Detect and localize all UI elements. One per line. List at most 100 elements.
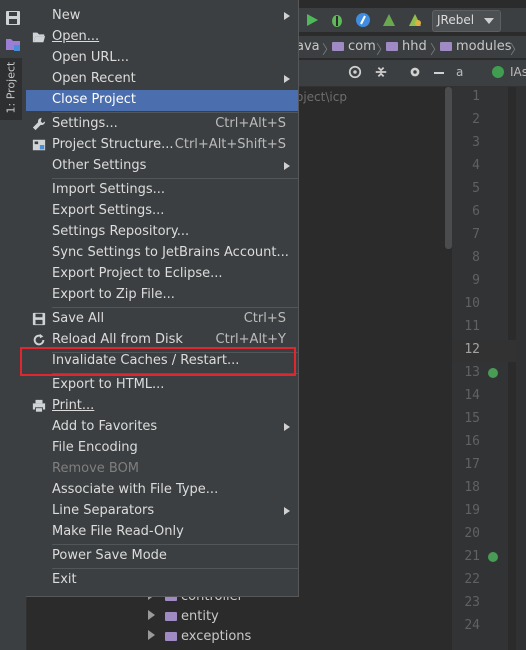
menu-item-close-project[interactable]: Close Project [26, 90, 298, 111]
menu-item-open-url[interactable]: Open URL... [26, 48, 298, 69]
expand-icon[interactable] [148, 630, 155, 640]
line-number: 1 [472, 89, 480, 104]
jrebel-run-icon[interactable] [381, 12, 397, 28]
line-number: 6 [472, 204, 480, 219]
project-path-fragment: oject\icp [296, 90, 347, 104]
minimize-icon[interactable] [434, 72, 444, 74]
breadcrumb-item[interactable]: ava [296, 39, 320, 54]
interface-icon [492, 66, 504, 78]
menu-item-settings-repository[interactable]: Settings Repository... [26, 222, 298, 243]
breadcrumb-item[interactable]: hhd [386, 39, 427, 54]
menu-item-sync-settings[interactable]: Sync Settings to JetBrains Account... [26, 243, 298, 264]
menu-item-remove-bom: Remove BOM [52, 461, 140, 476]
debug-icon[interactable] [329, 12, 345, 28]
menu-divider [52, 307, 298, 308]
submenu-arrow-icon [284, 12, 290, 20]
project-tool-tab[interactable]: 1: Project [0, 58, 22, 120]
menu-item-project-structure[interactable]: Project Structure... Ctrl+Alt+Shift+S [26, 135, 298, 156]
menu-item-save-all[interactable]: Save All Ctrl+S [26, 309, 298, 330]
menu-item-import-settings[interactable]: Import Settings... [26, 180, 298, 201]
file-menu: New Open... Open URL... Open Recent Clos… [26, 0, 299, 597]
implementation-icon[interactable] [488, 368, 498, 378]
tree-item-entity[interactable]: entity [148, 609, 219, 624]
project-tab-label: 1: Project [4, 61, 18, 114]
menu-item-other-settings[interactable]: Other Settings [26, 156, 298, 177]
refresh-icon [33, 333, 45, 346]
line-number: 2 [472, 112, 480, 127]
shortcut-save-all: Ctrl+S [243, 311, 286, 326]
line-number: 7 [472, 227, 480, 242]
menu-item-print[interactable]: Print... [26, 396, 298, 417]
breadcrumb-item[interactable]: com [332, 39, 376, 54]
editor-right-rail [516, 87, 526, 650]
menu-item-add-favorites[interactable]: Add to Favorites [26, 417, 298, 438]
line-number: 11 [464, 319, 480, 334]
tab-ias[interactable]: IAs [510, 65, 526, 79]
menu-item-power-save[interactable]: Power Save Mode [26, 546, 298, 567]
menu-divider [52, 568, 298, 569]
scrollbar[interactable] [445, 87, 452, 249]
menu-item-associate-file-type[interactable]: Associate with File Type... [26, 480, 298, 501]
menu-item-open-recent[interactable]: Open Recent [26, 69, 298, 90]
menu-item-export-html[interactable]: Export to HTML... [26, 375, 298, 396]
menu-item-settings[interactable]: Settings... Ctrl+Alt+S [26, 114, 298, 135]
collapse-icon[interactable] [374, 65, 388, 79]
coverage-icon[interactable] [355, 12, 371, 28]
line-number: 20 [464, 526, 480, 541]
submenu-arrow-icon [284, 75, 290, 83]
project-folder-icon[interactable] [5, 36, 21, 52]
run-icon[interactable] [304, 12, 320, 28]
menu-divider [52, 178, 298, 179]
line-number: 21 [464, 549, 480, 564]
line-number: 5 [472, 181, 480, 196]
menu-item-open[interactable]: Open... [26, 27, 298, 48]
menu-item-new[interactable]: New [26, 6, 298, 27]
chevron-down-icon [484, 18, 494, 24]
line-number: 16 [464, 434, 480, 449]
menu-item-file-encoding[interactable]: File Encoding [26, 438, 298, 459]
line-number: 24 [464, 618, 480, 633]
line-number: 4 [472, 158, 480, 173]
line-number: 12 [464, 342, 480, 357]
breadcrumb-separator: 〉 [510, 43, 524, 58]
folder-icon [440, 42, 452, 51]
breadcrumb: ava 〉 com 〉 hhd 〉 modules 〉 [296, 36, 526, 58]
implementation-icon[interactable] [488, 552, 498, 562]
submenu-arrow-icon [284, 507, 290, 515]
wrench-icon [32, 117, 46, 131]
save-icon [32, 312, 46, 326]
highlight-box [20, 347, 296, 376]
jrebel-debug-icon[interactable] [407, 12, 423, 28]
line-number: 9 [472, 273, 480, 288]
menu-item-export-eclipse[interactable]: Export Project to Eclipse... [26, 264, 298, 285]
menu-item-exit[interactable]: Exit [26, 570, 298, 591]
menu-item-line-separators[interactable]: Line Separators [26, 501, 298, 522]
editor-tabs: a IAs [296, 60, 526, 87]
project-structure-icon [32, 139, 46, 151]
shortcut-settings: Ctrl+Alt+S [215, 116, 286, 131]
line-number: 15 [464, 411, 480, 426]
shortcut-reload-disk: Ctrl+Alt+Y [215, 332, 286, 347]
line-number: 17 [464, 457, 480, 472]
line-number: 19 [464, 503, 480, 518]
submenu-arrow-icon [284, 162, 290, 170]
gear-icon[interactable] [408, 65, 422, 79]
menu-item-export-settings[interactable]: Export Settings... [26, 201, 298, 222]
open-folder-icon [32, 32, 46, 43]
shortcut-project-structure: Ctrl+Alt+Shift+S [174, 137, 286, 152]
jrebel-label: JRebel [437, 13, 475, 27]
tree-item-exceptions[interactable]: exceptions [148, 629, 251, 644]
line-number: 14 [464, 388, 480, 403]
menu-item-export-zip[interactable]: Export to Zip File... [26, 285, 298, 306]
breadcrumb-item[interactable]: modules [440, 39, 512, 54]
jrebel-dropdown[interactable]: JRebel [432, 10, 501, 32]
menu-item-make-read-only[interactable]: Make File Read-Only [26, 522, 298, 543]
line-number: 10 [464, 296, 480, 311]
expand-icon[interactable] [148, 610, 155, 620]
folder-icon [165, 632, 177, 641]
crosshair-icon[interactable] [348, 65, 362, 79]
folder-icon [165, 612, 177, 621]
tab-a[interactable]: a [456, 65, 463, 79]
save-icon[interactable] [5, 10, 21, 26]
line-number: 23 [464, 595, 480, 610]
